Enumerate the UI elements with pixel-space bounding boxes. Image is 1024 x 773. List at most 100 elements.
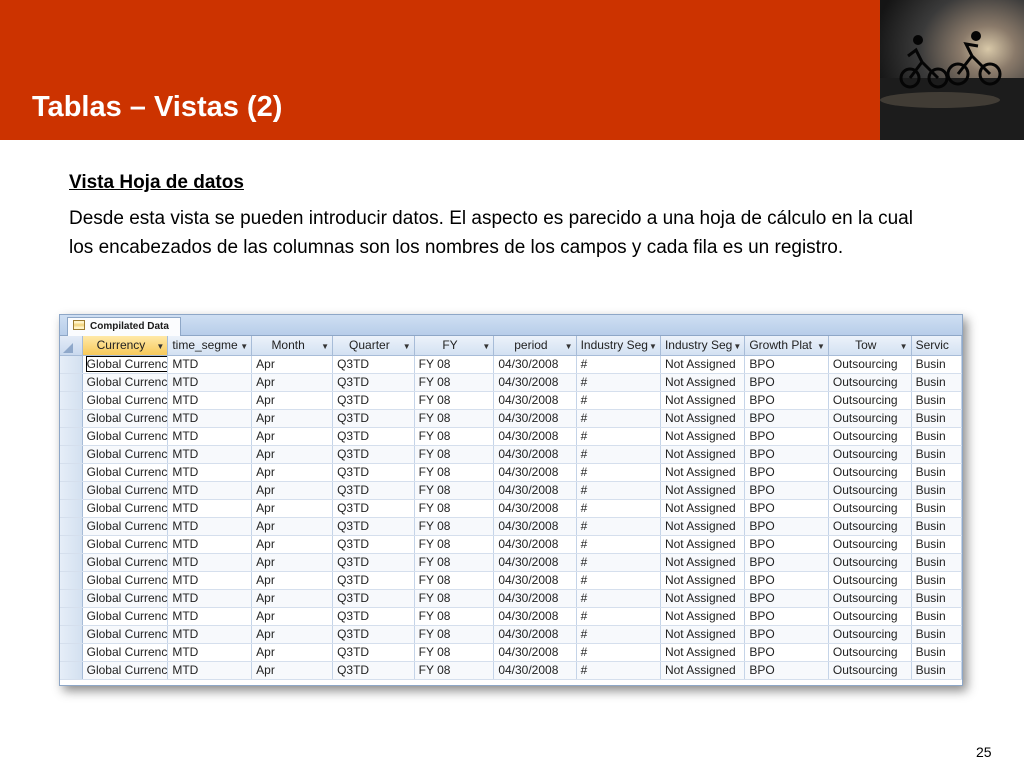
table-row[interactable]: Global Currenc MTD Apr Q3TD FY 08 04/30/2008 #… (60, 571, 962, 590)
table-cell[interactable]: # (576, 481, 661, 500)
dropdown-arrow-icon[interactable]: ▼ (482, 337, 490, 355)
table-cell[interactable]: Q3TD (332, 427, 415, 446)
table-cell[interactable]: Apr (251, 445, 334, 464)
table-cell[interactable]: Q3TD (332, 499, 415, 518)
table-cell[interactable]: BPO (744, 661, 829, 680)
table-cell[interactable]: # (576, 643, 661, 662)
table-cell[interactable]: Busin (911, 535, 962, 554)
table-cell[interactable]: Apr (251, 553, 334, 572)
table-cell[interactable]: Busin (911, 355, 962, 374)
dropdown-arrow-icon[interactable]: ▼ (817, 337, 825, 355)
table-cell[interactable]: # (576, 499, 661, 518)
table-cell[interactable]: Outsourcing (828, 355, 912, 374)
table-cell[interactable]: Q3TD (332, 481, 415, 500)
table-cell[interactable]: Apr (251, 373, 334, 392)
table-cell[interactable]: Not Assigned (660, 427, 746, 446)
table-cell[interactable]: Outsourcing (828, 463, 912, 482)
table-cell[interactable]: Global Currenc (82, 463, 169, 482)
table-cell[interactable]: MTD (167, 571, 253, 590)
table-cell[interactable]: Outsourcing (828, 625, 912, 644)
table-cell[interactable]: Q3TD (332, 391, 415, 410)
table-row[interactable]: Global Currenc MTD Apr Q3TD FY 08 04/30/2008 #… (60, 661, 962, 680)
row-selector[interactable] (60, 409, 83, 428)
table-cell[interactable]: Outsourcing (828, 553, 912, 572)
table-cell[interactable]: Q3TD (332, 355, 415, 374)
table-cell[interactable]: Not Assigned (660, 661, 746, 680)
row-selector[interactable] (60, 607, 83, 626)
row-selector[interactable] (60, 391, 83, 410)
column-header[interactable]: FY ▼ (414, 336, 495, 356)
table-cell[interactable]: Apr (251, 427, 334, 446)
table-cell[interactable]: 04/30/2008 (493, 391, 577, 410)
dropdown-arrow-icon[interactable]: ▼ (649, 337, 657, 355)
column-header[interactable]: time_segme ▼ (167, 336, 253, 356)
table-row[interactable]: Global Currenc MTD Apr Q3TD FY 08 04/30/2008 #… (60, 607, 962, 626)
table-cell[interactable]: 04/30/2008 (493, 517, 577, 536)
table-cell[interactable]: Busin (911, 625, 962, 644)
table-cell[interactable]: 04/30/2008 (493, 463, 577, 482)
table-cell[interactable]: Apr (251, 661, 334, 680)
table-cell[interactable]: # (576, 589, 661, 608)
tab-compilated-data[interactable]: Compilated Data (67, 317, 181, 336)
table-cell[interactable]: Outsourcing (828, 589, 912, 608)
table-cell[interactable]: # (576, 553, 661, 572)
table-cell[interactable]: BPO (744, 373, 829, 392)
dropdown-arrow-icon[interactable]: ▼ (240, 337, 248, 355)
table-cell[interactable]: BPO (744, 499, 829, 518)
table-cell[interactable]: BPO (744, 517, 829, 536)
table-row[interactable]: Global Currenc MTD Apr Q3TD FY 08 04/30/2008 #… (60, 355, 962, 374)
table-cell[interactable]: Global Currenc (82, 409, 169, 428)
table-cell[interactable]: 04/30/2008 (493, 355, 577, 374)
table-cell[interactable]: Not Assigned (660, 373, 746, 392)
row-selector[interactable] (60, 625, 83, 644)
table-cell[interactable]: # (576, 607, 661, 626)
table-cell[interactable]: MTD (167, 661, 253, 680)
table-cell[interactable]: Q3TD (332, 553, 415, 572)
table-cell[interactable]: Not Assigned (660, 445, 746, 464)
table-cell[interactable]: BPO (744, 409, 829, 428)
table-cell[interactable]: Outsourcing (828, 517, 912, 536)
table-row[interactable]: Global Currenc MTD Apr Q3TD FY 08 04/30/2008 #… (60, 445, 962, 464)
table-cell[interactable]: Apr (251, 571, 334, 590)
table-cell[interactable]: BPO (744, 427, 829, 446)
table-cell[interactable]: BPO (744, 607, 829, 626)
table-cell[interactable]: Q3TD (332, 607, 415, 626)
dropdown-arrow-icon[interactable]: ▼ (156, 337, 164, 355)
table-cell[interactable]: Global Currenc (82, 355, 169, 374)
dropdown-arrow-icon[interactable]: ▼ (403, 337, 411, 355)
table-cell[interactable]: Busin (911, 445, 962, 464)
table-cell[interactable]: Busin (911, 553, 962, 572)
column-header[interactable]: Quarter ▼ (332, 336, 415, 356)
row-selector[interactable] (60, 589, 83, 608)
table-cell[interactable]: Busin (911, 571, 962, 590)
table-cell[interactable]: FY 08 (414, 373, 495, 392)
dropdown-arrow-icon[interactable]: ▼ (900, 337, 908, 355)
table-cell[interactable]: Busin (911, 409, 962, 428)
dropdown-arrow-icon[interactable]: ▼ (733, 337, 741, 355)
row-selector[interactable] (60, 373, 83, 392)
table-cell[interactable]: Not Assigned (660, 535, 746, 554)
table-cell[interactable]: MTD (167, 625, 253, 644)
row-selector[interactable] (60, 355, 83, 374)
table-cell[interactable]: 04/30/2008 (493, 499, 577, 518)
table-cell[interactable]: Busin (911, 589, 962, 608)
table-cell[interactable]: MTD (167, 463, 253, 482)
table-cell[interactable]: BPO (744, 625, 829, 644)
row-selector[interactable] (60, 571, 83, 590)
table-cell[interactable]: Apr (251, 535, 334, 554)
table-cell[interactable]: Outsourcing (828, 535, 912, 554)
column-header[interactable]: Servic (911, 336, 962, 356)
table-cell[interactable]: Q3TD (332, 661, 415, 680)
row-selector[interactable] (60, 427, 83, 446)
table-cell[interactable]: Global Currenc (82, 499, 169, 518)
table-row[interactable]: Global Currenc MTD Apr Q3TD FY 08 04/30/2008 #… (60, 553, 962, 572)
table-cell[interactable]: Busin (911, 463, 962, 482)
row-selector[interactable] (60, 535, 83, 554)
table-cell[interactable]: # (576, 625, 661, 644)
table-cell[interactable]: FY 08 (414, 535, 495, 554)
table-cell[interactable]: Not Assigned (660, 589, 746, 608)
table-cell[interactable]: Q3TD (332, 625, 415, 644)
table-cell[interactable]: # (576, 463, 661, 482)
table-cell[interactable]: Global Currenc (82, 661, 169, 680)
table-cell[interactable]: Apr (251, 589, 334, 608)
